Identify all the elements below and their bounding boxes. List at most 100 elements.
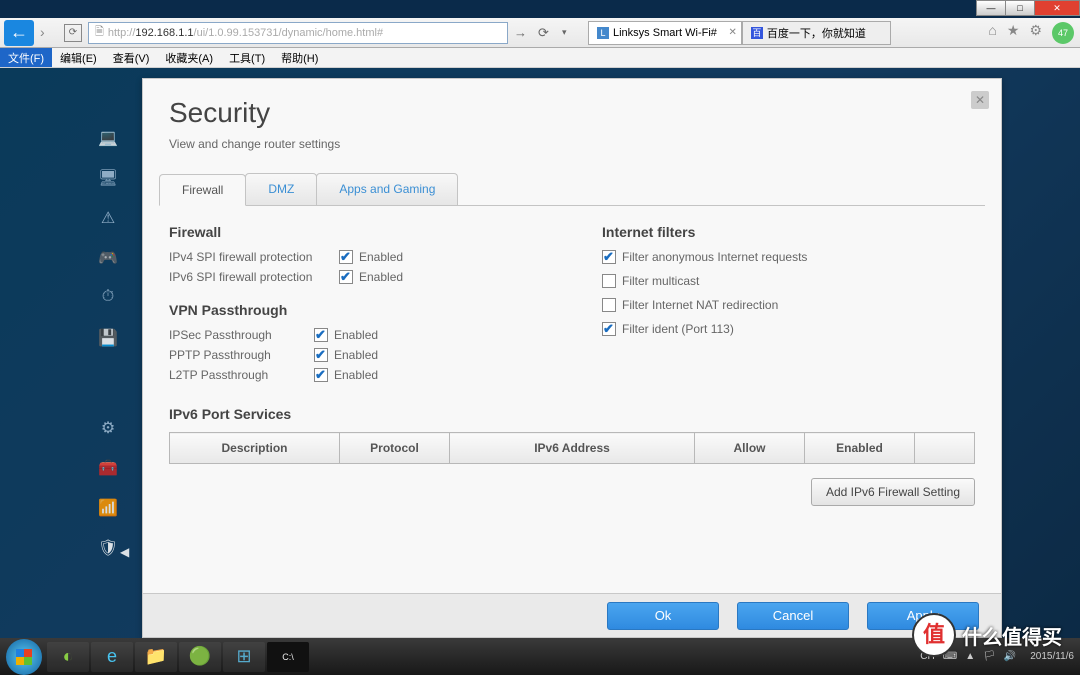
menu-edit[interactable]: 编辑(E) [52, 48, 105, 67]
tray-up-icon[interactable]: ▲ [965, 651, 975, 662]
ok-button[interactable]: Ok [607, 602, 719, 630]
menu-tools[interactable]: 工具(T) [221, 48, 273, 67]
tray-clock[interactable]: 2015/11/6 [1030, 651, 1074, 663]
ipsec-row: IPSec Passthrough Enabled [169, 328, 542, 342]
favorites-icon[interactable]: ★ [1007, 22, 1020, 44]
window-controls: — □ ✕ [977, 0, 1080, 16]
col-allow: Allow [695, 433, 805, 464]
filter-anon-checkbox[interactable] [602, 250, 616, 264]
sidebar-parental-icon[interactable]: ⚠ [97, 208, 119, 226]
l2tp-checkbox[interactable] [314, 368, 328, 382]
sidebar-device-icon[interactable]: 💻 [97, 128, 119, 146]
vpn-heading: VPN Passthrough [169, 302, 542, 318]
lock-icon: 🗎 [95, 23, 104, 42]
taskbar: ◐ e 📁 🟢 ⊞ C:\ CH ⌨ ▲ 🏳 🔊 2015/11/6 [0, 638, 1080, 675]
page-content: 💻 🖥 ⚠ 🎮 ⏱ 💾 ⚙ 🧰 📶 🛡 ◀ ✕ Security View an… [0, 68, 1080, 638]
sidebar-troubleshoot-icon[interactable]: 🧰 [97, 458, 119, 476]
tray-keyboard-icon[interactable]: ⌨ [943, 651, 957, 662]
ipv4-spi-row: IPv4 SPI firewall protection Enabled [169, 250, 542, 264]
sidebar-connectivity-icon[interactable]: ⚙ [97, 418, 119, 436]
browser-tab-baidu[interactable]: 百 百度一下，你就知道 [742, 21, 891, 45]
sidebar-speed-icon[interactable]: ⏱ [97, 288, 119, 306]
tray-network-icon[interactable]: 🔊 [1004, 651, 1016, 662]
sidebar-storage-icon[interactable]: 💾 [97, 328, 119, 346]
right-column: Internet filters Filter anonymous Intern… [602, 224, 975, 400]
tab-dmz[interactable]: DMZ [245, 173, 317, 205]
address-bar[interactable]: 🗎 http:// 192.168.1.1 /ui/1.0.99.153731/… [88, 22, 508, 44]
col-description: Description [170, 433, 340, 464]
system-tray: CH ⌨ ▲ 🏳 🔊 2015/11/6 [920, 651, 1074, 663]
ipv6-section: IPv6 Port Services Description Protocol … [143, 406, 1001, 520]
sidebar-gallery-icon[interactable]: 🖥 [97, 168, 119, 186]
addr-dropdown[interactable]: ▾ [562, 27, 576, 38]
filters-heading: Internet filters [602, 224, 975, 240]
panel-close-button[interactable]: ✕ [971, 91, 989, 109]
ipsec-checkbox[interactable] [314, 328, 328, 342]
col-enabled: Enabled [805, 433, 915, 464]
tray-lang[interactable]: CH [920, 651, 934, 662]
sidebar-wireless-icon[interactable]: 📶 [97, 498, 119, 516]
tray-flag-icon[interactable]: 🏳 [983, 651, 996, 662]
apply-button[interactable]: Apply [867, 602, 979, 630]
browser-toolbar: ← › ⟳ 🗎 http:// 192.168.1.1 /ui/1.0.99.1… [0, 18, 1080, 48]
col-ipv6-address: IPv6 Address [450, 433, 695, 464]
ipv6-heading: IPv6 Port Services [169, 406, 975, 422]
active-caret-icon: ◀ [120, 545, 129, 559]
l2tp-row: L2TP Passthrough Enabled [169, 368, 542, 382]
cancel-button[interactable]: Cancel [737, 602, 849, 630]
taskbar-ie[interactable]: e [91, 642, 133, 672]
window-close[interactable]: ✕ [1034, 0, 1080, 16]
menu-view[interactable]: 查看(V) [105, 48, 158, 67]
ipv6-spi-checkbox[interactable] [339, 270, 353, 284]
tab-firewall[interactable]: Firewall [159, 174, 246, 206]
firewall-heading: Firewall [169, 224, 542, 240]
tab-apps-gaming[interactable]: Apps and Gaming [316, 173, 458, 205]
compat-icon[interactable]: ⟳ [64, 24, 82, 42]
tools-icon[interactable]: ⚙ [1029, 22, 1042, 44]
close-tab-icon[interactable]: ✕ [729, 27, 737, 38]
dialog-buttons: Ok Cancel Apply [143, 593, 1001, 637]
pptp-checkbox[interactable] [314, 348, 328, 362]
go-button[interactable]: → [514, 25, 532, 40]
taskbar-cmd[interactable]: C:\ [267, 642, 309, 672]
browser-tabs: L Linksys Smart Wi-Fi# ✕ 百 百度一下，你就知道 [588, 21, 891, 45]
taskbar-explorer[interactable]: 📁 [135, 642, 177, 672]
window-maximize[interactable]: □ [1005, 0, 1035, 16]
ipv4-spi-checkbox[interactable] [339, 250, 353, 264]
add-ipv6-firewall-button[interactable]: Add IPv6 Firewall Setting [811, 478, 975, 506]
menu-file[interactable]: 文件(F) [0, 48, 52, 67]
security-tabs: Firewall DMZ Apps and Gaming [159, 173, 985, 206]
pptp-row: PPTP Passthrough Enabled [169, 348, 542, 362]
filter-anon-row: Filter anonymous Internet requests [602, 250, 975, 264]
page-subtitle: View and change router settings [169, 137, 975, 151]
menu-help[interactable]: 帮助(H) [273, 48, 326, 67]
nav-back-button[interactable]: ← [4, 20, 34, 46]
filter-nat-checkbox[interactable] [602, 298, 616, 312]
page-title: Security [169, 97, 975, 129]
window-minimize[interactable]: — [976, 0, 1006, 16]
menu-favorites[interactable]: 收藏夹(A) [157, 48, 221, 67]
taskbar-app-2[interactable]: ⊞ [223, 642, 265, 672]
sidebar-security-icon[interactable]: 🛡 ◀ [97, 538, 119, 556]
taskbar-app-1[interactable]: ◐ [47, 642, 89, 672]
refresh-button[interactable]: ⟳ [538, 25, 556, 41]
nav-forward-button[interactable]: › [40, 24, 58, 42]
filter-multicast-row: Filter multicast [602, 274, 975, 288]
sidebar-media-icon[interactable]: 🎮 [97, 248, 119, 266]
left-column: Firewall IPv4 SPI firewall protection En… [169, 224, 542, 400]
col-actions [915, 433, 975, 464]
menu-bar: 文件(F) 编辑(E) 查看(V) 收藏夹(A) 工具(T) 帮助(H) [0, 48, 1080, 68]
home-icon[interactable]: ⌂ [988, 22, 996, 44]
filter-nat-row: Filter Internet NAT redirection [602, 298, 975, 312]
favicon-icon: L [597, 27, 609, 39]
filter-ident-checkbox[interactable] [602, 322, 616, 336]
extension-badge[interactable]: 47 [1052, 22, 1074, 44]
browser-tab-linksys[interactable]: L Linksys Smart Wi-Fi# ✕ [588, 21, 742, 45]
filter-multicast-checkbox[interactable] [602, 274, 616, 288]
taskbar-chrome[interactable]: 🟢 [179, 642, 221, 672]
ipv6-spi-row: IPv6 SPI firewall protection Enabled [169, 270, 542, 284]
toolbar-actions: ⌂ ★ ⚙ 47 [988, 22, 1074, 44]
filter-ident-row: Filter ident (Port 113) [602, 322, 975, 336]
favicon-icon: 百 [751, 27, 763, 39]
start-button[interactable] [6, 639, 42, 675]
